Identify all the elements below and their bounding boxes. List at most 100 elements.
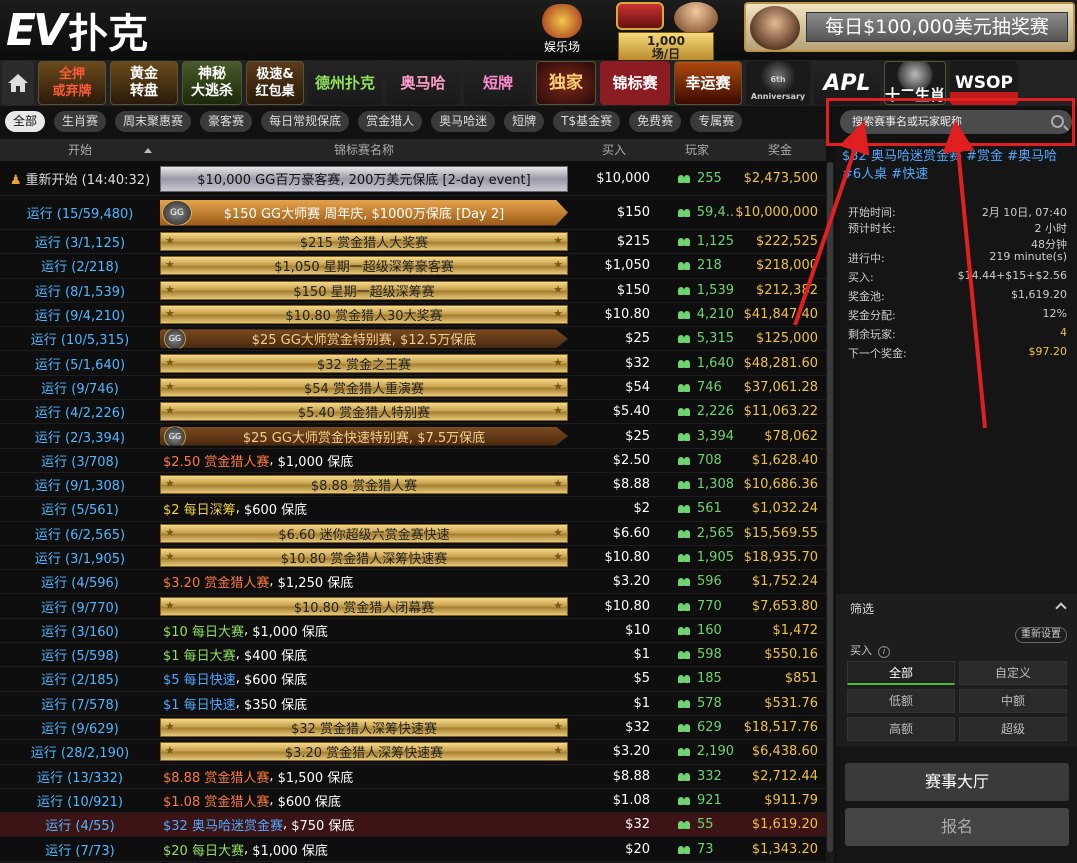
tournament-prize: $7,653.80: [751, 598, 818, 614]
table-row[interactable]: 运行 (4/2,226) $5.40 赏金猎人特别赛 $5.40 2,226 $11,0…: [0, 400, 826, 425]
chip-zodiac[interactable]: 生肖赛: [54, 110, 107, 132]
table-row[interactable]: 运行 (3/1,905) $10.80 赏金猎人深筹快速赛 $10.80 1,905 $…: [0, 545, 826, 571]
tournament-prize: $1,472: [772, 622, 819, 638]
table-row[interactable]: 运行 (4/596) $3.20 赏金猎人赛, $1,250 保底 $3.20 596…: [0, 570, 826, 595]
players-icon: [678, 699, 691, 708]
tournament-buyin: $8.88: [612, 477, 650, 493]
tournament-prize: $18,517.76: [743, 720, 818, 736]
header-prize[interactable]: 奖金: [734, 139, 826, 161]
nav-tournaments[interactable]: 锦标赛: [600, 61, 670, 105]
table-row[interactable]: 运行 (7/73) $20 每日大赛, $1,000 保底 $20 73 $1,343.…: [0, 837, 826, 862]
filter-mid[interactable]: 中额: [959, 689, 1067, 713]
filter-custom[interactable]: 自定义: [959, 661, 1067, 685]
home-button[interactable]: [2, 61, 34, 105]
nav-lucky-tournament[interactable]: 幸运赛: [674, 61, 742, 105]
chip-omaha[interactable]: 奥马哈迷: [431, 110, 496, 132]
table-row[interactable]: 运行 (15/59,480) GG $150 GG大师赛 周年庆, $1000万保底…: [0, 196, 826, 230]
table-row[interactable]: 运行 (13/332) $8.88 赏金猎人赛, $1,500 保底 $8.88 33…: [0, 764, 826, 789]
table-row[interactable]: 运行 (28/2,190) $3.20 赏金猎人深筹快速赛 $3.20 2,190 $6…: [0, 740, 826, 765]
nav-gg-masters[interactable]: 6th Anniversary: [746, 61, 810, 105]
table-row[interactable]: 运行 (6/2,565) $6.60 迷你超级六赏金赛快速 $6.60 2,565 $1…: [0, 521, 826, 546]
table-row[interactable]: 运行 (2/3,394) GG $25 GG大师赏金快速特别赛, $7.5万保底 $2…: [0, 424, 826, 449]
nav-allin-or-fold[interactable]: 全押 或弃牌: [38, 61, 106, 105]
list-scrollbar[interactable]: [826, 162, 834, 863]
status-text: 运行 (5/598): [41, 649, 119, 665]
table-row[interactable]: 运行 (9/770) $10.80 赏金猎人闭幕赛 $10.80 770 $7,653.…: [0, 594, 826, 619]
table-row[interactable]: 运行 (8/1,539) $150 星期一超级深筹赛 $150 1,539 $212,3…: [0, 278, 826, 303]
table-row[interactable]: 运行 (5/1,640) $32 赏金之王赛 $32 1,640 $48,281.60: [0, 351, 826, 376]
chip-high-roller[interactable]: 豪客赛: [200, 110, 253, 132]
header-name[interactable]: 锦标赛名称: [160, 139, 568, 161]
tournament-prize: $2,473,500: [743, 171, 818, 186]
filter-panel: 筛选 重新设置 买入 i 全部 自定义 低额 中额 高额 超级: [836, 594, 1077, 746]
logo-letters: EV: [6, 4, 67, 56]
table-row[interactable]: 运行 (9/1,308) $8.88 赏金猎人赛 $8.88 1,308 $10,686…: [0, 472, 826, 498]
status-text: 运行 (2/218): [41, 260, 119, 276]
tournament-title: $25 GG大师赏金特别赛, $12.5万保底: [251, 333, 477, 349]
tournament-players: 255: [660, 171, 734, 186]
info-icon[interactable]: i: [878, 646, 890, 658]
table-row[interactable]: 运行 (9/4,210) $10.80 赏金猎人30大奖赛 $10.80 4,210 $…: [0, 302, 826, 328]
filter-high[interactable]: 高额: [847, 717, 955, 741]
players-icon: [678, 504, 691, 514]
players-icon: [678, 208, 691, 217]
table-row[interactable]: 运行 (5/598) $1 每日大赛, $400 保底 $1 598 $550.16: [0, 643, 826, 668]
table-row[interactable]: 运行 (4/55) $32 奥马哈迷赏金赛, $750 保底 $32 55 $1,619…: [0, 813, 826, 838]
register-button[interactable]: 报名: [845, 808, 1069, 846]
table-row[interactable]: ♟ 重新开始 (14:40:32) $10,000 GG百万豪客赛, 200万美元保…: [0, 162, 826, 196]
table-row[interactable]: 运行 (3/708) $2.50 赏金猎人赛, $1,000 保底 $2.50 708…: [0, 448, 826, 473]
nav-rush-and-cash[interactable]: 极速& 红包桌: [246, 61, 304, 105]
chip-all[interactable]: 全部: [5, 110, 46, 132]
nav-mystery-battle-royale[interactable]: 神秘 大逃杀: [182, 61, 242, 105]
tournament-lobby-button[interactable]: 赛事大厅: [845, 763, 1069, 801]
tournament-name: $1 每日大赛, $400 保底: [160, 645, 568, 664]
chip-exclusive[interactable]: 专属赛: [690, 110, 743, 132]
table-row[interactable]: 运行 (2/185) $5 每日快速, $600 保底 $5 185 $851: [0, 667, 826, 692]
table-row[interactable]: 运行 (3/1,125) $215 赏金猎人大奖赛 $215 1,125 $222,52…: [0, 230, 826, 255]
chip-bounty-hunter[interactable]: 赏金猎人: [358, 110, 423, 132]
tournament-buyin: $3.20: [612, 744, 650, 760]
filter-reset-button[interactable]: 重新设置: [1015, 627, 1067, 643]
nav-exclusive[interactable]: 独家: [536, 61, 596, 105]
detail-title[interactable]: $32 奥马哈迷赏金赛 #赏金 #奥马哈 #6人桌 #快速: [842, 148, 1072, 184]
tournament-status: 运行 (4/596): [0, 572, 160, 591]
nav-holdem[interactable]: 德州扑克: [308, 61, 382, 105]
casino-button[interactable]: 娱乐场: [542, 4, 582, 55]
chevron-up-icon[interactable]: [1055, 602, 1067, 614]
daily-slot-button[interactable]: 1,000 场/日: [612, 2, 722, 62]
table-row[interactable]: 运行 (2/218) $1,050 星期一超级深筹豪客赛 $1,050 218 $218…: [0, 254, 826, 279]
header-buyin[interactable]: 买入: [568, 139, 660, 161]
chip-short-deck[interactable]: 短牌: [504, 110, 545, 132]
app-logo[interactable]: EV 扑克: [6, 4, 148, 58]
table-row[interactable]: 运行 (5/561) $2 每日深筹, $600 保底 $2 561 $1,032.24: [0, 497, 826, 522]
scrollbar-thumb[interactable]: [827, 162, 833, 852]
table-row[interactable]: 运行 (3/160) $10 每日大赛, $1,000 保底 $10 160 $1,47…: [0, 618, 826, 644]
table-row[interactable]: 运行 (10/5,315) GG $25 GG大师赏金特别赛, $12.5万保底 $2…: [0, 327, 826, 352]
chip-daily-guaranteed[interactable]: 每日常规保底: [261, 110, 350, 132]
tournament-name: $5 每日快速, $600 保底: [160, 669, 568, 688]
filter-low[interactable]: 低额: [847, 689, 955, 713]
table-row[interactable]: 运行 (10/921) $1.08 赏金猎人赛, $600 保底 $1.08 921 $…: [0, 788, 826, 814]
status-text: 运行 (10/5,315): [30, 333, 130, 349]
players-count: 160: [697, 622, 722, 638]
tournament-buyin: $10.80: [604, 550, 651, 565]
tournament-buyin: $32: [625, 720, 650, 736]
header-start[interactable]: 开始: [0, 139, 160, 161]
table-row[interactable]: 运行 (9/746) $54 赏金猎人重演赛 $54 746 $37,061.28: [0, 375, 826, 401]
tournament-prize: $1,628.40: [751, 452, 818, 468]
header-players[interactable]: 玩家: [660, 139, 734, 161]
players-count: 578: [697, 695, 722, 711]
table-row[interactable]: 运行 (7/578) $1 每日快速, $350 保底 $1 578 $531.76: [0, 691, 826, 716]
table-row[interactable]: 运行 (9/629) $32 赏金猎人深筹快速赛 $32 629 $18,517.76: [0, 715, 826, 741]
tournament-status: 运行 (10/5,315): [0, 329, 160, 348]
nav-omaha[interactable]: 奥马哈: [386, 61, 460, 105]
filter-all[interactable]: 全部: [847, 661, 955, 685]
nav-golden-spin[interactable]: 黄金 转盘: [110, 61, 178, 105]
promo-banner[interactable]: 每日$100,000美元抽奖赛: [744, 2, 1075, 52]
chip-freeroll[interactable]: 免费赛: [629, 110, 682, 132]
chip-tdollar-fund[interactable]: T$基金赛: [553, 110, 621, 132]
chip-weekend[interactable]: 周末聚惠赛: [115, 110, 192, 132]
nav-short-deck[interactable]: 短牌: [464, 61, 532, 105]
status-text: 运行 (4/55): [45, 819, 115, 835]
filter-super[interactable]: 超级: [959, 717, 1067, 741]
